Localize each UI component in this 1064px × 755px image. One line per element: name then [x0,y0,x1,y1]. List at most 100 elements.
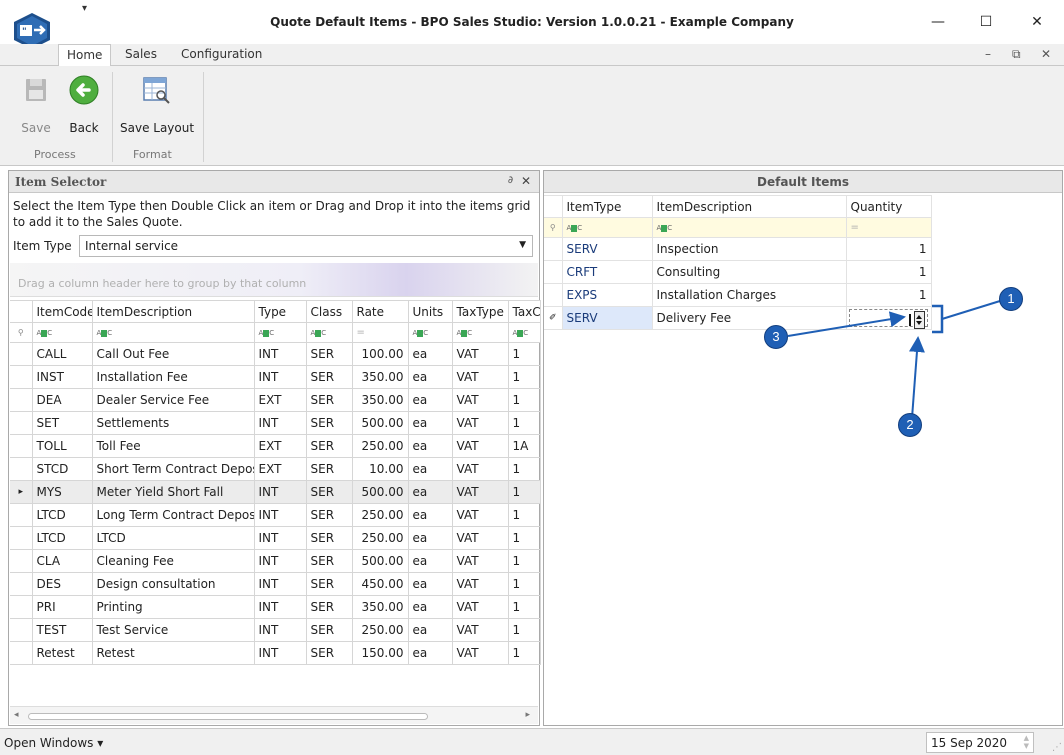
cell-itemcode: Retest [31,641,93,665]
cell-taxtype: VAT [451,618,509,642]
cell-rate: 350.00 [351,595,409,619]
save-disk-icon [26,79,46,101]
spin-down-icon[interactable] [915,321,922,325]
table-row[interactable]: DES Design consultation INT SER 450.00 ea VAT 1 [10,572,541,596]
table-row[interactable]: LTCD Long Term Contract Deposit INT SER 250.… [10,503,541,527]
cell-quantity[interactable]: 1 [845,237,932,261]
item-type-dropdown[interactable]: Internal service ▼ [79,235,533,257]
table-row[interactable]: CRFT Consulting 1 [544,260,932,284]
group-by-panel[interactable]: Drag a column header here to group by th… [10,263,538,297]
column-header-itemdescription[interactable]: ItemDescription [91,300,255,323]
quantity-cell-editing[interactable] [845,306,932,330]
table-row[interactable]: INST Installation Fee INT SER 350.00 ea VAT 1 [10,365,541,389]
tab-home[interactable]: Home [58,44,112,67]
save-layout-button[interactable]: Save Layout [120,74,195,135]
cell-quantity[interactable]: 1 [845,283,932,307]
spin-up-icon[interactable] [915,315,922,319]
cell-rate: 100.00 [351,342,409,366]
pin-icon[interactable]: ∂ [508,175,513,186]
spin-buttons[interactable] [913,311,925,329]
save-layout-label: Save Layout [120,121,195,135]
filter-cell[interactable]: AC [507,322,541,343]
row-indicator [10,641,33,665]
table-row[interactable]: LTCD LTCD INT SER 250.00 ea VAT 1 [10,526,541,550]
tab-configuration[interactable]: Configuration [181,47,262,61]
table-row-selected[interactable]: ▸ MYS Meter Yield Short Fall INT SER 500.00 ea… [10,480,541,504]
column-header-quantity[interactable]: Quantity [845,195,932,218]
cell-itemdescription: Installation Charges [651,283,847,307]
column-header-type[interactable]: Type [253,300,307,323]
table-row[interactable]: DEA Dealer Service Fee EXT SER 350.00 ea VAT 1 [10,388,541,412]
close-button[interactable]: ✕ [1027,14,1047,30]
cell-taxtype: VAT [451,641,509,665]
group-separator [203,72,204,162]
mdi-close-button[interactable]: ✕ [1041,47,1051,61]
scrollbar-thumb[interactable] [28,713,428,720]
item-type-label: Item Type [13,239,72,253]
cell-quantity[interactable]: 1 [845,260,932,284]
filter-cell[interactable]: AC [31,322,93,343]
cell-taxtype: VAT [451,434,509,458]
maximize-button[interactable]: ☐ [976,14,996,30]
scroll-left-icon[interactable]: ◂ [14,710,19,720]
save-button[interactable]: Save [20,74,52,135]
filter-cell[interactable]: = [351,322,409,343]
cell-itemtype: CRFT [561,260,653,284]
table-row[interactable]: TEST Test Service INT SER 250.00 ea VAT 1 [10,618,541,642]
quick-access-dropdown[interactable]: ▾ [82,3,87,14]
table-row[interactable]: EXPS Installation Charges 1 [544,283,932,307]
table-row[interactable]: CALL Call Out Fee INT SER 100.00 ea VAT 1 [10,342,541,366]
filter-cell[interactable]: AC [561,217,653,238]
table-row-editing[interactable]: ✐ SERV Delivery Fee [544,306,932,330]
cell-class: SER [305,342,353,366]
cell-taxc: 1A [507,434,541,458]
table-row[interactable]: SET Settlements INT SER 500.00 ea VAT 1 [10,411,541,435]
mdi-minimize-button[interactable]: – [985,47,991,61]
grid-header-row: ItemCode ItemDescription Type Class Rate… [10,300,541,323]
filter-cell[interactable]: AC [651,217,847,238]
filter-cell[interactable]: AC [407,322,453,343]
row-indicator [10,342,33,366]
column-header-units[interactable]: Units [407,300,453,323]
column-header-itemdescription[interactable]: ItemDescription [651,195,847,218]
column-header-taxc[interactable]: TaxC [507,300,541,323]
date-field[interactable]: 15 Sep 2020 ▲ ▼ [926,732,1034,753]
column-header-itemcode[interactable]: ItemCode [31,300,93,323]
table-row[interactable]: Retest Retest INT SER 150.00 ea VAT 1 [10,641,541,665]
resize-grip-icon[interactable]: ⋰ [1052,742,1062,753]
filter-cell[interactable]: = [845,217,932,238]
mdi-restore-button[interactable]: ⧉ [1012,47,1021,62]
table-row[interactable]: PRI Printing INT SER 350.00 ea VAT 1 [10,595,541,619]
column-header-rate[interactable]: Rate [351,300,409,323]
chevron-down-icon[interactable]: ▼ [519,240,526,250]
filter-cell[interactable]: AC [253,322,307,343]
column-header-class[interactable]: Class [305,300,353,323]
date-spin-icon[interactable]: ▲ ▼ [1024,734,1029,750]
group-by-hint: Drag a column header here to group by th… [18,277,307,290]
cell-itemcode: PRI [31,595,93,619]
cell-type: INT [253,526,307,550]
minimize-button[interactable]: — [928,14,948,30]
table-row[interactable]: CLA Cleaning Fee INT SER 500.00 ea VAT 1 [10,549,541,573]
filter-cell[interactable]: AC [451,322,509,343]
quantity-stepper[interactable] [848,309,928,329]
table-row[interactable]: STCD Short Term Contract Deposit EXT SER 10.… [10,457,541,481]
open-windows-menu[interactable]: Open Windows ▾ [4,736,103,750]
cell-itemcode: DES [31,572,93,596]
cell-itemcode: CLA [31,549,93,573]
panel-close-button[interactable]: ✕ [521,174,531,188]
cell-class: SER [305,549,353,573]
scroll-right-icon[interactable]: ▸ [525,710,530,720]
table-row[interactable]: SERV Inspection 1 [544,237,932,261]
column-header-itemtype[interactable]: ItemType [561,195,653,218]
tab-sales[interactable]: Sales [125,47,157,61]
column-header-taxtype[interactable]: TaxType [451,300,509,323]
filter-cell[interactable]: AC [91,322,255,343]
cell-taxc: 1 [507,618,541,642]
cell-class: SER [305,388,353,412]
table-row[interactable]: TOLL Toll Fee EXT SER 250.00 ea VAT 1A [10,434,541,458]
cell-units: ea [407,342,453,366]
back-button[interactable]: Back [68,74,100,135]
horizontal-scrollbar[interactable]: ◂ ▸ [10,706,538,724]
filter-cell[interactable]: AC [305,322,353,343]
